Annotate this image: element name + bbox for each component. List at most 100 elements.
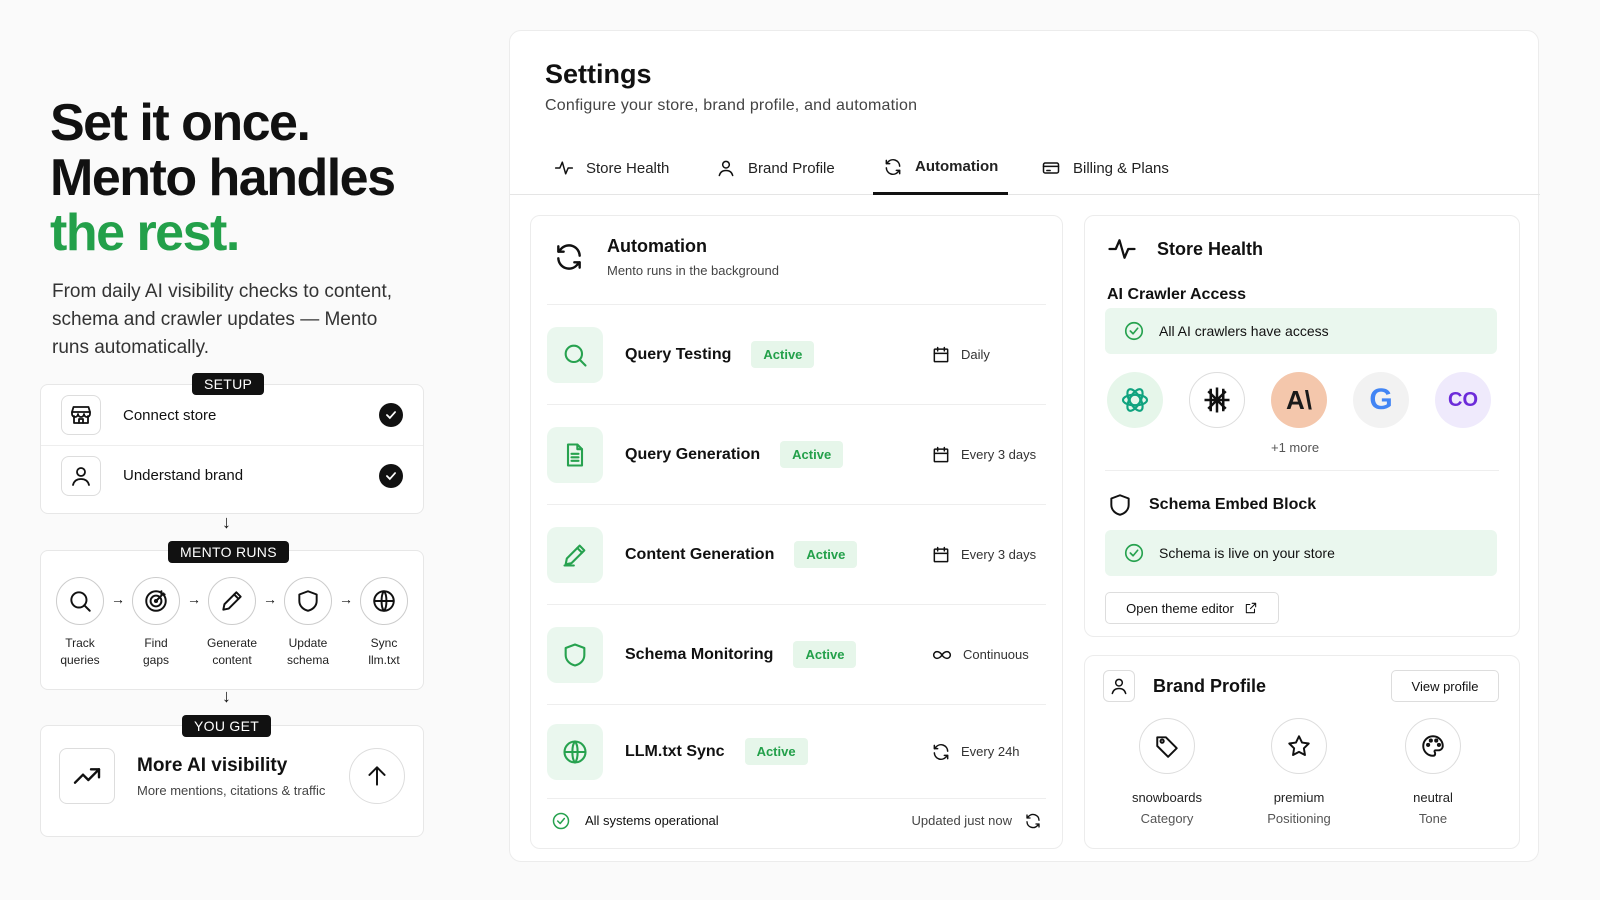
automation-card: Automation Mento runs in the background … [530,215,1063,849]
tab-label: Store Health [586,159,670,177]
status-badge: Active [744,738,808,765]
refresh-icon [885,158,901,175]
google-logo: G [1353,372,1409,428]
palette-icon [1405,718,1461,774]
store-health-title: Store Health [1157,238,1264,259]
task-row-content-generation[interactable]: Content Generation Active Every 3 days [547,504,1046,604]
result-title: More AI visibility [137,754,288,776]
user-icon [718,160,734,177]
task-row-query-testing[interactable]: Query Testing Active Daily [547,304,1046,404]
external-link-icon [1245,602,1257,614]
more-crawlers[interactable]: +1 more [1271,440,1319,455]
hero-line-3: the rest. [50,204,240,262]
automation-title: Automation [607,236,707,256]
task-schedule: Every 3 days [931,445,1036,465]
brand-profile-title: Brand Profile [1153,675,1267,696]
attr-value: snowboards [1131,790,1203,805]
brand-profile-card: Brand Profile View profile snowboards Ca… [1084,655,1520,849]
pencil-icon [208,577,256,625]
check-circle-icon [1124,543,1144,563]
open-theme-editor-button[interactable]: Open theme editor [1105,592,1279,624]
schema-status-text: Schema is live on your store [1159,545,1335,561]
tab-bar: Store Health Brand Profile Automation Bi… [510,141,1540,195]
globe-icon [547,723,603,780]
task-row-query-generation[interactable]: Query Generation Active Every 3 days [547,404,1046,504]
activity-icon [1108,239,1136,259]
button-label: Open theme editor [1126,600,1234,616]
flow-label: Sync [370,636,398,650]
star-icon [1271,718,1327,774]
task-name: Query Testing [625,345,732,363]
tab-billing[interactable]: Billing & Plans [1041,141,1169,195]
setup-card: Connect store Understand brand [40,384,424,514]
tab-label: Billing & Plans [1073,159,1169,177]
arrow-right-icon: → [187,591,201,607]
flow-label: Update [288,636,328,650]
get-tag: YOU GET [182,715,272,737]
schedule-label: Every 3 days [961,547,1037,562]
flow-node-track-queries: Track queries [55,577,105,669]
setup-tag: SETUP [192,373,265,395]
shield-icon [284,577,332,625]
check-circle-icon [552,812,570,829]
attr-value: premium [1273,790,1325,805]
openai-logo [1107,372,1163,428]
attr-label: Positioning [1267,811,1331,826]
search-icon [547,326,603,383]
task-schedule: Continuous [931,645,1029,665]
view-profile-button[interactable]: View profile [1391,670,1499,702]
crawler-status: All AI crawlers have access [1105,308,1497,354]
flow-node-update-schema: Update schema [283,577,333,669]
status-badge: Active [751,341,815,368]
tab-label: Automation [915,158,999,175]
refresh-icon[interactable] [1024,812,1042,830]
result-card: More AI visibility More mentions, citati… [40,725,424,837]
status-badge: Active [793,641,857,668]
task-schedule: Daily [931,345,990,365]
refresh-icon [933,743,949,760]
automation-subtitle: Mento runs in the background [607,263,779,278]
page-subtitle: Configure your store, brand profile, and… [545,97,918,114]
attr-label: Category [1140,811,1194,826]
setup-step-understand-brand: Understand brand [41,445,423,505]
hero-line-2: Mento handles [50,149,396,207]
runs-tag: MENTO RUNS [168,541,289,563]
setup-step-label: Understand brand [123,467,244,484]
checkmark-icon [379,403,403,427]
updated-label: Updated just now [911,813,1012,828]
task-name: Content Generation [625,545,775,563]
trending-up-icon [59,748,115,804]
task-row-llm-sync[interactable]: LLM.txt Sync Active Every 24h [547,704,1046,798]
tab-store-health[interactable]: Store Health [554,141,669,195]
result-subtitle: More mentions, citations & traffic [137,782,326,798]
crawler-heading: AI Crawler Access [1107,286,1247,303]
schedule-label: Every 24h [961,744,1020,759]
crawler-status-text: All AI crawlers have access [1159,323,1329,339]
document-icon [547,426,603,483]
schema-status: Schema is live on your store [1105,530,1497,576]
flow-node-sync-llm: Sync llm.txt [359,577,409,669]
schema-heading: Schema Embed Block [1149,496,1317,513]
tab-brand-profile[interactable]: Brand Profile [716,141,835,195]
flow-label: content [212,653,252,667]
flow-label: Find [144,636,168,650]
task-row-schema-monitoring[interactable]: Schema Monitoring Active Continuous [547,604,1046,704]
system-status: All systems operational [585,813,719,828]
task-schedule: Every 3 days [931,545,1036,565]
target-icon [132,577,180,625]
pencil-icon [547,526,603,583]
store-health-card: Store Health AI Crawler Access All AI cr… [1084,215,1520,637]
attr-label: Tone [1418,811,1448,826]
arrow-right-icon: → [111,591,125,607]
brand-attr-positioning: premium Positioning [1239,718,1359,826]
user-icon [1103,670,1135,702]
tab-automation[interactable]: Automation [873,141,1009,195]
settings-window: Settings Configure your store, brand pro… [509,30,1540,862]
calendar-icon [933,546,949,562]
refresh-icon [557,244,581,270]
attr-value: neutral [1413,790,1453,805]
schedule-label: Continuous [963,647,1029,662]
flow-label: gaps [142,653,170,667]
flow-label: Track [65,636,95,650]
marketing-panel: Set it once. Mento handles the rest. Fro… [40,0,440,900]
